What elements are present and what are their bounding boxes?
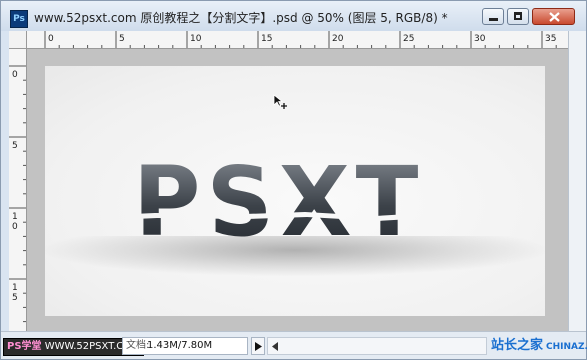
ruler-label: 25 <box>403 34 414 44</box>
close-icon <box>549 12 560 22</box>
canvas-area[interactable]: PSXT PSXT <box>27 49 568 331</box>
horizontal-ruler-ticks: 0 5 10 15 20 25 30 35 <box>44 31 557 48</box>
minimize-button[interactable] <box>482 8 504 25</box>
document-canvas[interactable]: PSXT PSXT <box>45 66 545 316</box>
document-size-field[interactable]: 文档: 1.43M/7.80M <box>122 337 248 355</box>
maximize-icon <box>514 12 522 20</box>
horizontal-ruler[interactable]: 0 5 10 15 20 25 30 35 <box>27 31 568 49</box>
status-bar: PS学堂 WWW.52PSXT.COM 文档: 1.43M/7.80M 站长之家… <box>1 331 587 359</box>
ruler-label: 30 <box>474 34 486 44</box>
watermark-chinaz: 站长之家CHINAZ.COM <box>491 335 587 357</box>
scroll-left-arrow-icon[interactable] <box>272 342 278 351</box>
ruler-label: 5 <box>12 293 18 303</box>
ruler-label: 1 <box>12 212 18 222</box>
ruler-label: 20 <box>332 34 344 44</box>
window-title: www.52psxt.com 原创教程之【分割文字】.psd @ 50% (图层… <box>34 11 448 25</box>
maximize-button[interactable] <box>507 8 529 25</box>
play-arrow-icon <box>255 342 262 351</box>
ruler-origin[interactable] <box>9 31 27 49</box>
ruler-label: 1 <box>12 283 18 293</box>
watermark-psxt-name: PS学堂 <box>7 341 42 352</box>
photoshop-icon: Ps <box>10 10 28 28</box>
ruler-label: 15 <box>261 34 272 44</box>
document-window: Ps www.52psxt.com 原创教程之【分割文字】.psd @ 50% … <box>0 0 587 360</box>
vertical-ruler[interactable]: 051015 <box>9 49 27 331</box>
horizontal-scrollbar[interactable] <box>267 337 487 355</box>
watermark-chinaz-url: CHINAZ.COM <box>546 342 587 352</box>
status-menu-button[interactable] <box>251 337 265 355</box>
ruler-label: 5 <box>12 141 18 151</box>
ruler-label: 10 <box>190 34 202 44</box>
ruler-label: 35 <box>545 34 556 44</box>
split-text-artwork: PSXT PSXT <box>133 147 420 257</box>
doc-size-label: 文档: <box>126 340 150 351</box>
close-button[interactable] <box>532 8 575 25</box>
ruler-label: 5 <box>119 34 125 44</box>
ruler-label: 0 <box>12 70 18 80</box>
ruler-label: 0 <box>48 34 54 44</box>
doc-size-value: 1.43M/7.80M <box>147 340 213 351</box>
vertical-ruler-ticks: 051015 <box>9 65 26 323</box>
vertical-scrollbar[interactable] <box>568 31 586 331</box>
move-tool-cursor-icon <box>273 94 287 109</box>
minimize-icon <box>489 18 498 21</box>
watermark-chinaz-name: 站长之家 <box>491 338 544 353</box>
ruler-label: 0 <box>12 222 18 232</box>
title-bar[interactable]: Ps www.52psxt.com 原创教程之【分割文字】.psd @ 50% … <box>1 1 586 31</box>
